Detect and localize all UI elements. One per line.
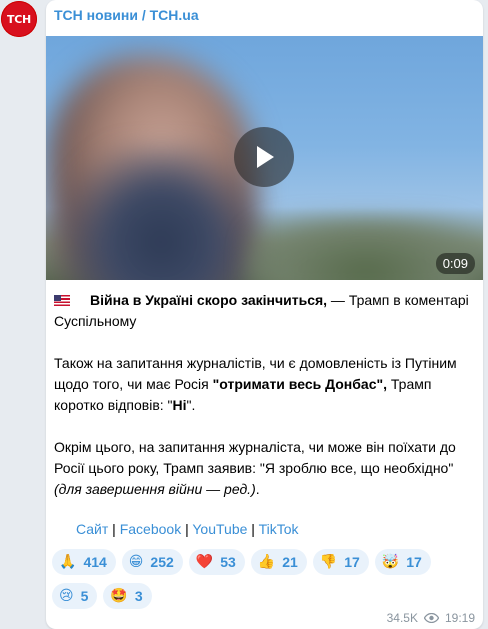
play-button[interactable] [234,127,294,187]
star-struck-icon: 🤩 [110,588,128,604]
thumbs-up-icon: 👍 [257,554,276,570]
link-separator: | [108,521,120,537]
channel-name[interactable]: ТСН новини / TCH.ua [54,7,199,23]
reaction-count: 17 [344,554,360,570]
message-meta: 34.5K 19:19 [387,611,475,625]
link-site[interactable]: Сайт [76,521,108,537]
reaction-star-struck[interactable]: 🤩 3 [103,583,152,609]
paragraph-2-bold: "отримати весь Донбас", [212,376,388,392]
reaction-thumbs-down[interactable]: 👎 17 [312,549,369,575]
social-links: Сайт | Facebook | YouTube | TikTok [76,521,299,537]
reaction-count: 17 [406,554,422,570]
reaction-mind-blown[interactable]: 🤯 17 [374,549,431,575]
reaction-heart[interactable]: ❤️ 53 [188,549,245,575]
paragraph-3-end: . [255,481,260,497]
video-thumbnail-suit [66,146,256,280]
paragraph-3-text: Окрім цього, на запитання журналіста, чи… [54,439,456,476]
us-flag-icon [54,295,70,306]
paragraph-2-end: ". [186,397,196,413]
paragraph-2: Також на запитання журналістів, чи є дом… [54,353,472,416]
reaction-cry[interactable]: 😢 5 [52,583,98,609]
cry-icon: 😢 [59,588,74,604]
reaction-grin[interactable]: 😁 252 [121,549,183,575]
video-duration: 0:09 [435,253,475,274]
link-separator: | [247,521,259,537]
paragraph-1: Війна в Україні скоро закінчиться, — Тра… [54,290,472,332]
reaction-count: 252 [150,554,174,570]
reaction-count: 53 [220,554,236,570]
reaction-thumbs-up[interactable]: 👍 21 [250,549,307,575]
play-icon [257,146,274,168]
link-separator: | [181,521,193,537]
link-tiktok[interactable]: TikTok [259,521,299,537]
pray-icon: 🙏 [59,554,77,570]
reaction-count: 3 [134,588,143,604]
reaction-count: 21 [282,554,298,570]
eye-icon [423,613,439,623]
reactions-row-1: 🙏 414 😁 252 ❤️ 53 👍 21 👎 17 🤯 17 [52,549,472,575]
paragraph-2-bold-no: Ні [172,397,187,413]
video-player[interactable]: 0:09 [46,36,483,280]
reaction-count: 414 [83,554,107,570]
message-text: Війна в Україні скоро закінчиться, — Тра… [54,290,472,521]
channel-avatar[interactable]: ТСН [1,1,37,37]
headline-bold: Війна в Україні скоро закінчиться, [90,292,328,308]
reaction-count: 5 [80,588,89,604]
mind-blown-icon: 🤯 [381,554,400,570]
link-facebook[interactable]: Facebook [120,521,181,537]
view-count: 34.5K [386,611,418,625]
reactions-row-2: 😢 5 🤩 3 [52,583,472,609]
heart-icon: ❤️ [195,554,214,570]
message-time: 19:19 [444,611,475,625]
link-youtube[interactable]: YouTube [192,521,247,537]
reaction-pray[interactable]: 🙏 414 [52,549,116,575]
thumbs-down-icon: 👎 [319,554,338,570]
reactions-bar: 🙏 414 😁 252 ❤️ 53 👍 21 👎 17 🤯 17 😢 5 🤩 3 [52,549,472,617]
grin-icon: 😁 [128,554,144,570]
paragraph-3-italic: (для завершення війни — ред.) [54,481,256,497]
paragraph-3: Окрім цього, на запитання журналіста, чи… [54,437,472,500]
